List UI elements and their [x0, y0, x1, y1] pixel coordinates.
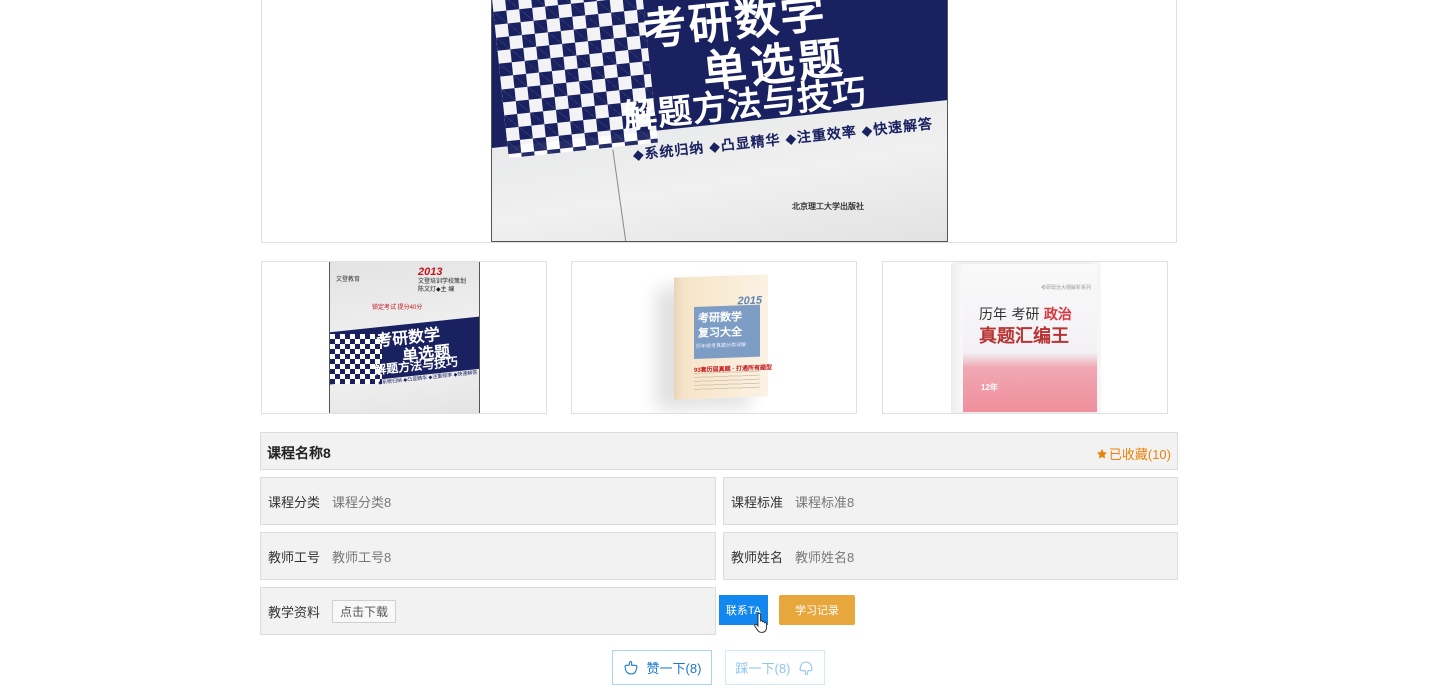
teacher-name-label: 教师姓名: [731, 549, 784, 565]
thumbnail-2-image: 2015 考研数学 复习大全 历年统考真题分类详解 93套历届真题 · 打通所有…: [674, 274, 772, 400]
teacher-id-field: 教师工号 教师工号8: [260, 532, 716, 580]
main-image-frame: 考研数学 单选题 解题方法与技巧 ◆系统归纳 ◆凸显精华 ◆注重效率 ◆快速解答…: [261, 0, 1177, 243]
course-title: 课程名称8: [267, 445, 331, 461]
teacher-id-label: 教师工号: [268, 549, 321, 565]
course-title-bar: 课程名称8 已收藏(10): [260, 432, 1178, 470]
course-standard-field: 课程标准 课程标准8: [723, 477, 1178, 525]
course-category-field: 课程分类 课程分类8: [260, 477, 716, 525]
study-record-button[interactable]: 学习记录: [779, 595, 855, 625]
hand-pointer-icon: [754, 613, 768, 633]
like-button[interactable]: 赞一下(8): [612, 650, 712, 685]
favorite-label: 已收藏(10): [1108, 447, 1171, 462]
teacher-name-value: 教师姓名8: [795, 549, 855, 565]
course-category-value: 课程分类8: [332, 494, 392, 510]
thumbnail-2[interactable]: 2015 考研数学 复习大全 历年统考真题分类详解 93套历届真题 · 打通所有…: [571, 261, 857, 414]
teacher-name-field: 教师姓名 教师姓名8: [723, 532, 1178, 580]
thumbnail-1[interactable]: 文登教育 2013 文登培训学校策划 陈文灯◆主 编 锁定考试 提分40分 考研…: [261, 261, 547, 414]
cover-publisher: 北京理工大学出版社: [792, 202, 864, 211]
favorite-button[interactable]: 已收藏(10): [1096, 444, 1171, 463]
course-category-label: 课程分类: [268, 494, 321, 510]
thumb-up-icon: [624, 660, 638, 675]
thumb-down-icon: [799, 660, 813, 675]
main-book-cover-image: 考研数学 单选题 解题方法与技巧 ◆系统归纳 ◆凸显精华 ◆注重效率 ◆快速解答…: [491, 0, 948, 242]
thumbnail-1-image: 文登教育 2013 文登培训学校策划 陈文灯◆主 编 锁定考试 提分40分 考研…: [329, 262, 480, 413]
course-standard-label: 课程标准: [731, 494, 784, 510]
like-label: 赞一下(8): [646, 661, 702, 676]
course-standard-value: 课程标准8: [795, 494, 855, 510]
teacher-id-value: 教师工号8: [332, 549, 392, 565]
star-icon: [1096, 448, 1107, 459]
download-button[interactable]: 点击下载: [332, 599, 397, 623]
thumbnail-3[interactable]: 考研政治大纲解析系列 历年 考研 政治 真题汇编王 12年: [882, 261, 1168, 414]
dislike-button[interactable]: 踩一下(8): [725, 650, 825, 685]
dislike-label: 踩一下(8): [735, 661, 791, 676]
course-detail-page: 考研数学 单选题 解题方法与技巧 ◆系统归纳 ◆凸显精华 ◆注重效率 ◆快速解答…: [0, 0, 1443, 690]
teaching-material-label: 教学资料: [268, 604, 321, 620]
teaching-material-field: 教学资料 点击下载: [260, 587, 716, 635]
thumbnail-3-image: 考研政治大纲解析系列 历年 考研 政治 真题汇编王 12年: [951, 262, 1101, 413]
